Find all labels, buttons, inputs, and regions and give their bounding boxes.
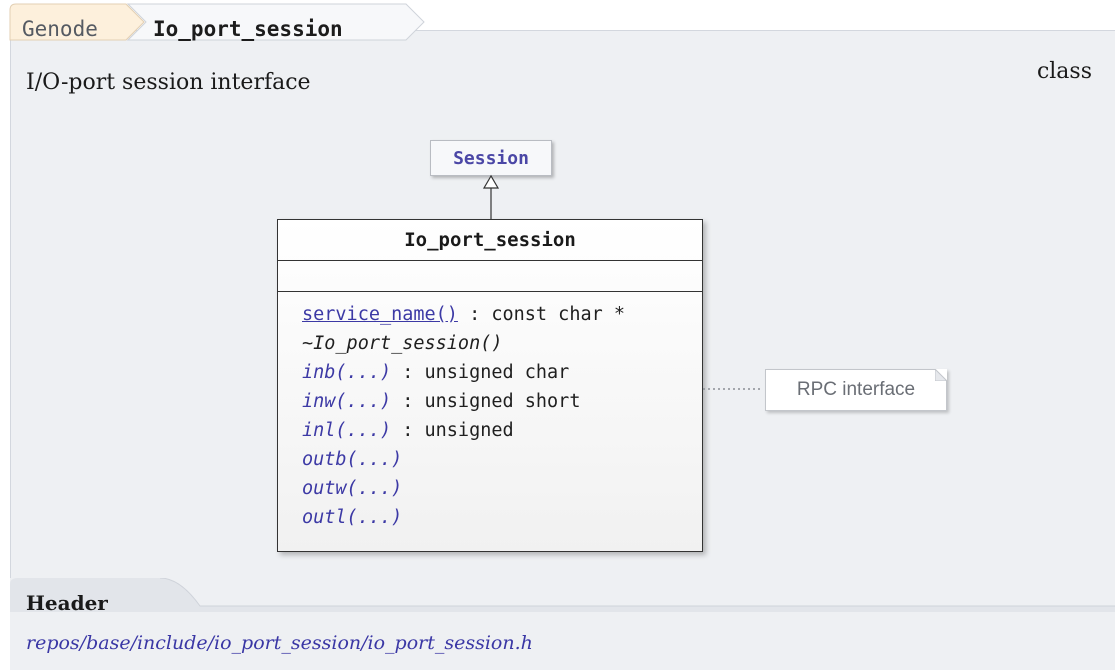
operation-inw: inw(...) : unsigned short <box>302 387 702 416</box>
operation-return-type: : unsigned <box>391 420 514 441</box>
breadcrumb-parent-link[interactable]: Genode <box>22 16 98 42</box>
operation-service-name: service_name() : const char * <box>302 300 702 329</box>
uml-class-box: Io_port_session service_name() : const c… <box>277 219 703 552</box>
operation-name: inl(...) <box>302 420 392 441</box>
operation-inb: inb(...) : unsigned char <box>302 358 702 387</box>
breadcrumb-current: Io_port_session <box>153 17 343 41</box>
uml-attributes-compartment <box>278 261 702 292</box>
operation-outl: outl(...) <box>302 503 702 532</box>
operation-name: inb(...) <box>302 362 392 383</box>
header-section-tab-shape <box>10 578 1115 612</box>
operation-outw: outw(...) <box>302 474 702 503</box>
operation-outb: outb(...) <box>302 445 702 474</box>
note-label: RPC interface <box>796 379 916 400</box>
header-label: Header <box>26 591 108 615</box>
operation-return-type: : const char * <box>457 304 626 325</box>
operation-name: outb(...) <box>302 449 403 470</box>
note-connector <box>703 388 763 390</box>
operation-name: inw(...) <box>302 391 392 412</box>
operation-name: outl(...) <box>302 507 403 528</box>
operation-link[interactable]: service_name() <box>302 304 458 325</box>
operation-name: outw(...) <box>302 478 403 499</box>
note-fold-corner <box>935 369 947 381</box>
header-section: Header repos/base/include/io_port_sessio… <box>10 578 1115 670</box>
rpc-interface-note: RPC interface <box>765 369 947 411</box>
uml-class-name: Io_port_session <box>278 220 702 261</box>
operation-return-type: : unsigned char <box>391 362 570 383</box>
operation-name: ~Io_port_session() <box>302 333 503 354</box>
superclass-link[interactable]: Session <box>430 140 552 176</box>
operation-destructor: ~Io_port_session() <box>302 329 702 358</box>
operation-inl: inl(...) : unsigned <box>302 416 702 445</box>
header-file-link[interactable]: repos/base/include/io_port_session/io_po… <box>26 632 533 654</box>
inheritance-arrow <box>482 174 500 219</box>
uml-operations-compartment: service_name() : const char * ~Io_port_s… <box>278 292 702 532</box>
class-description: I/O-port session interface <box>26 70 311 95</box>
entity-kind: class <box>1036 59 1092 84</box>
operation-return-type: : unsigned short <box>391 391 581 412</box>
